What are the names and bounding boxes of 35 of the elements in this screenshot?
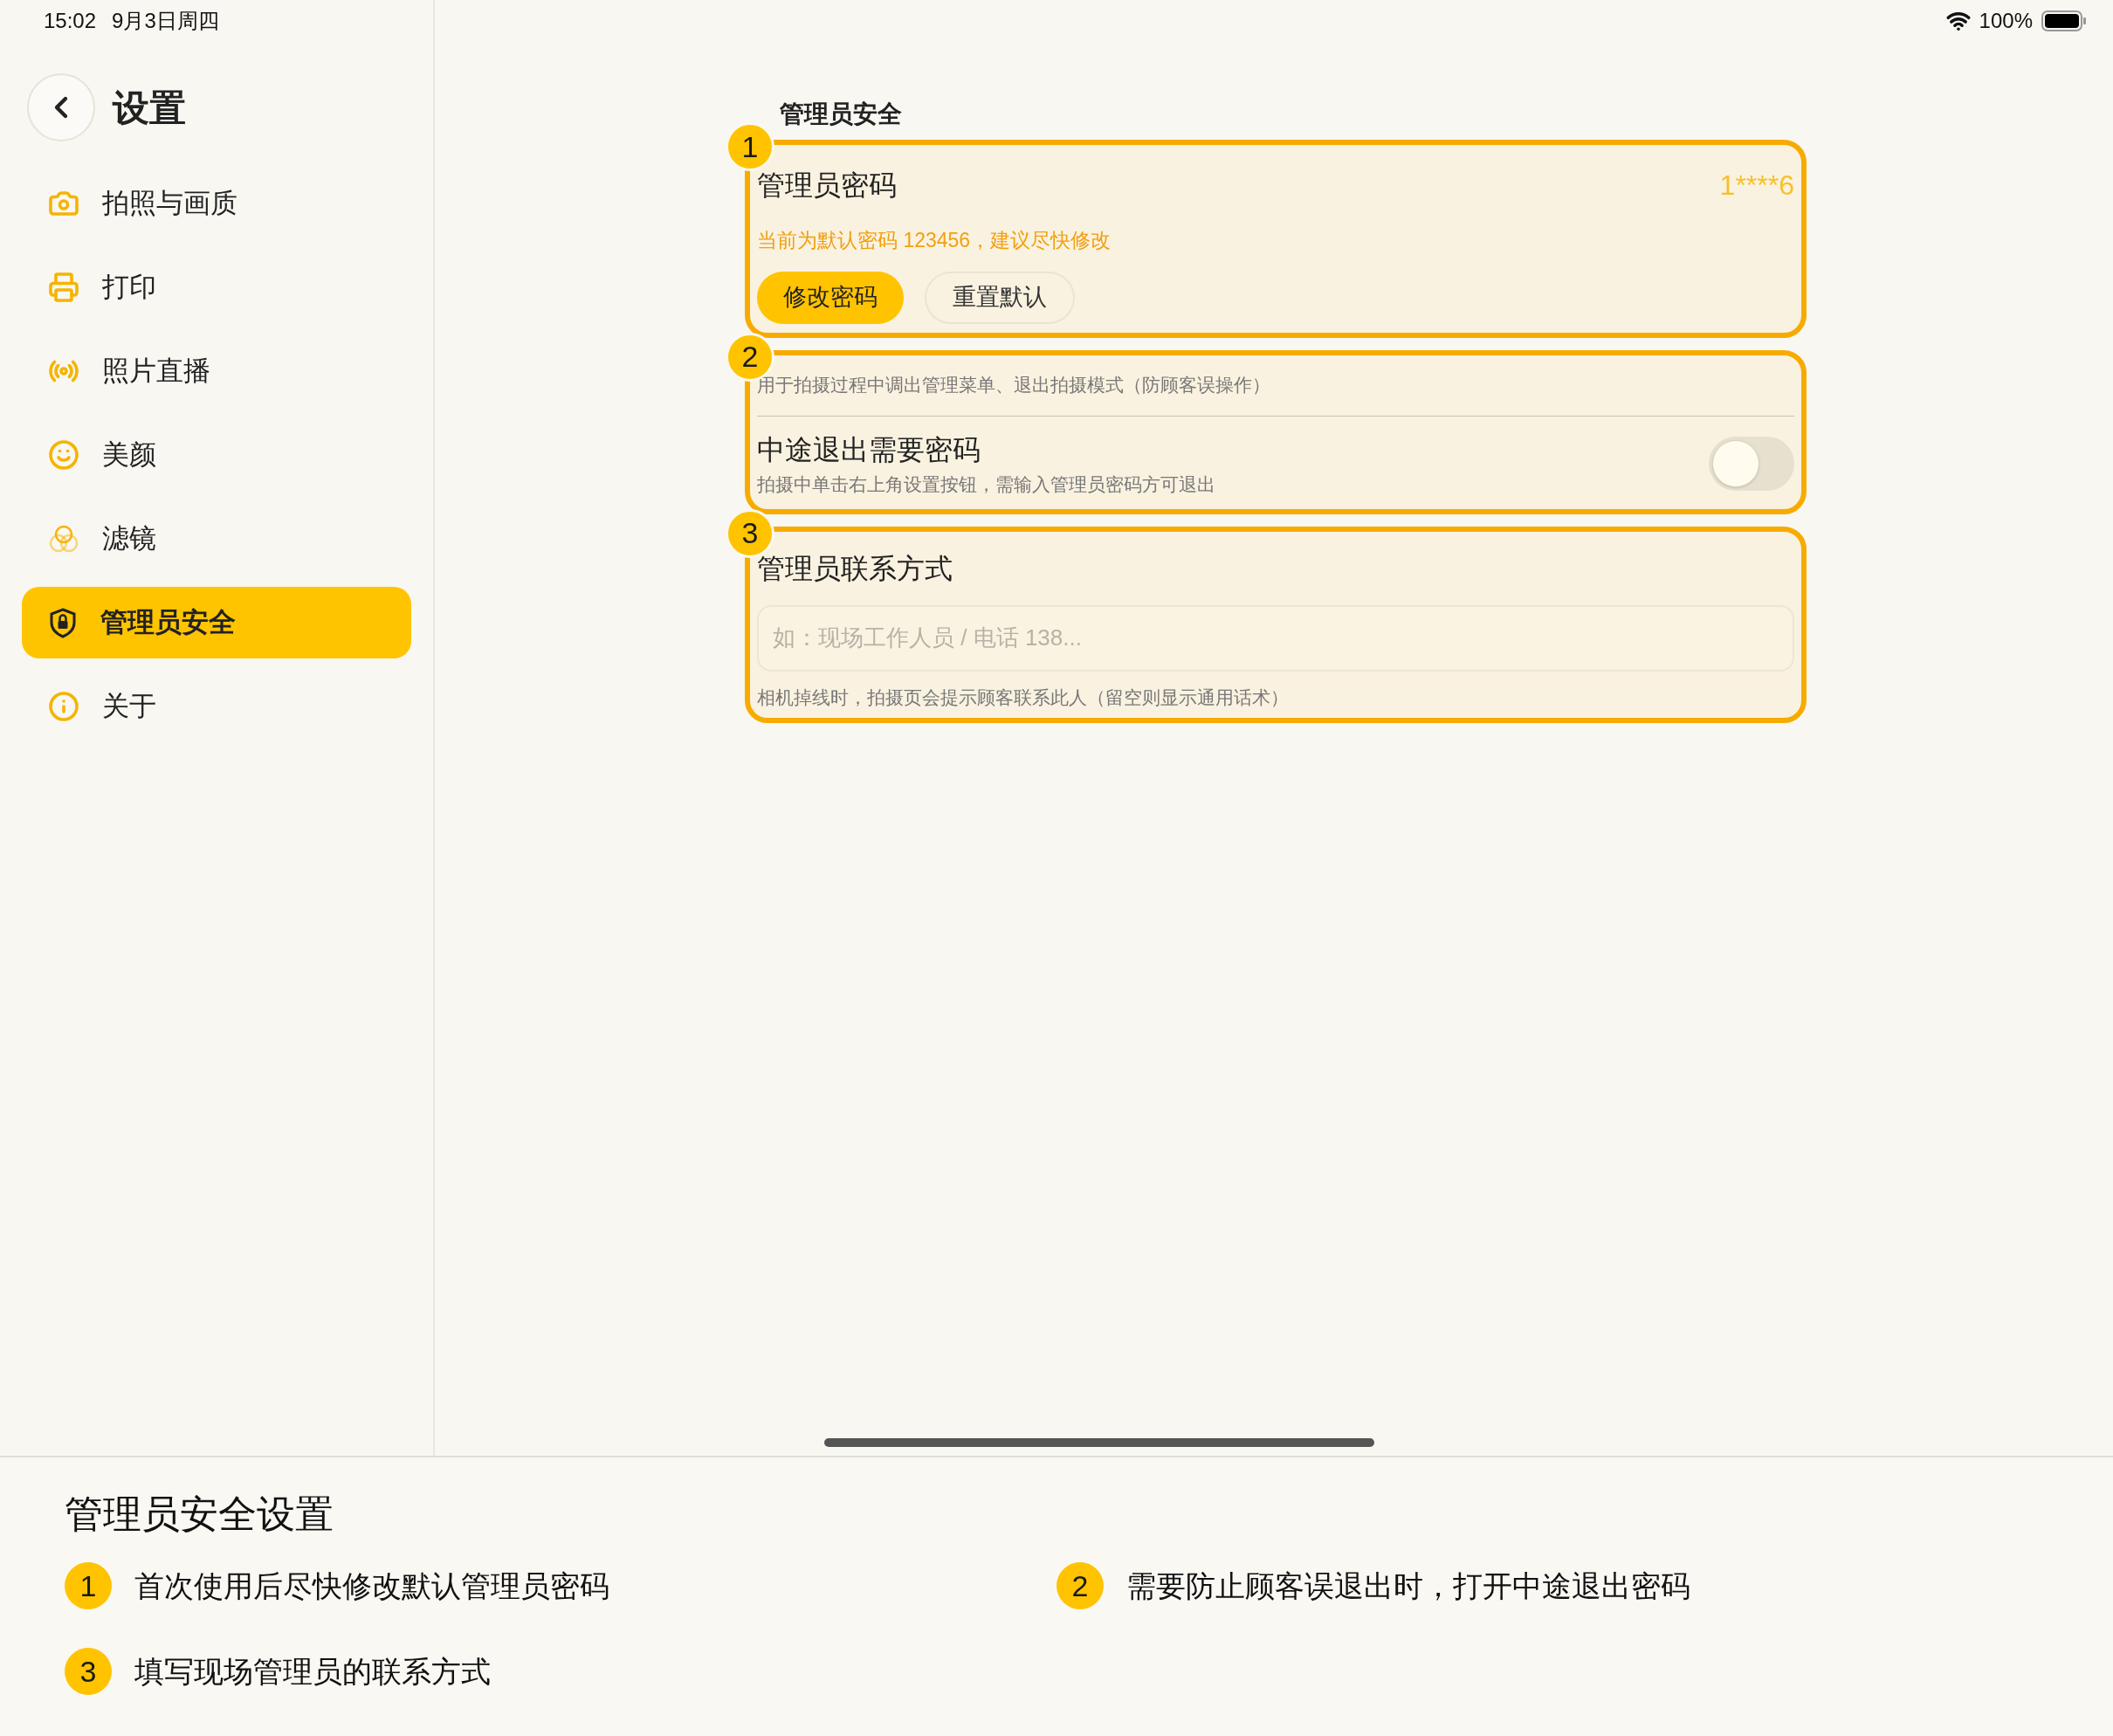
sidebar-item[interactable]: 美颜 — [22, 419, 411, 491]
annotation-title: 管理员安全设置 — [65, 1491, 334, 1537]
masked-password: 1****6 — [1719, 169, 1794, 203]
callout-number: 2 — [1056, 1562, 1104, 1609]
shield-lock-icon — [48, 607, 78, 638]
warning-text: 当前为默认密码 123456，建议尽快修改 — [757, 228, 1112, 253]
battery-percent: 100% — [1979, 8, 2033, 34]
change-password-button[interactable]: 修改密码 — [757, 271, 904, 324]
sidebar-item[interactable]: 滤镜 — [22, 503, 411, 575]
printer-icon — [48, 272, 79, 303]
contact-input-field[interactable]: 如：现场工作人员 / 电话 138... — [757, 604, 1794, 672]
battery-icon — [2041, 10, 2087, 31]
annotation-text: 首次使用后尽快修改默认管理员密码 — [134, 1567, 609, 1604]
smiley-icon — [48, 439, 79, 471]
sidebar-item[interactable]: 照片直播 — [22, 335, 411, 407]
sidebar-item[interactable]: 拍照与画质 — [22, 168, 411, 239]
info-icon — [48, 691, 79, 722]
setting-description: 拍摄中单击右上角设置按钮，需输入管理员密码方可退出 — [757, 473, 1215, 496]
overlapping-circles-icon — [48, 523, 79, 555]
callout-number: 3 — [65, 1648, 112, 1695]
status-time: 15:02 — [44, 8, 97, 34]
status-date: 9月3日周四 — [112, 8, 219, 34]
field-note: 相机掉线时，拍摄页会提示顾客联系此人（留空则显示通用话术） — [757, 685, 1290, 709]
annotation-text: 填写现场管理员的联系方式 — [134, 1653, 491, 1690]
setting-title: 中途退出需要密码 — [757, 433, 981, 467]
reset-default-button[interactable]: 重置默认 — [925, 271, 1075, 324]
sidebar-title: 设置 — [113, 86, 186, 130]
callout-number: 1 — [65, 1562, 112, 1609]
sidebar-item[interactable]: 打印 — [22, 251, 411, 323]
callout-number: 1 — [726, 122, 774, 171]
annotation-text: 需要防止顾客误退出时，打开中途退出密码 — [1126, 1567, 1690, 1604]
sidebar-item[interactable]: 关于 — [22, 671, 411, 742]
sidebar-item[interactable]: 管理员安全 — [22, 587, 411, 658]
setting-title: 管理员密码 — [757, 169, 897, 203]
page-heading: 管理员安全 — [779, 100, 903, 129]
